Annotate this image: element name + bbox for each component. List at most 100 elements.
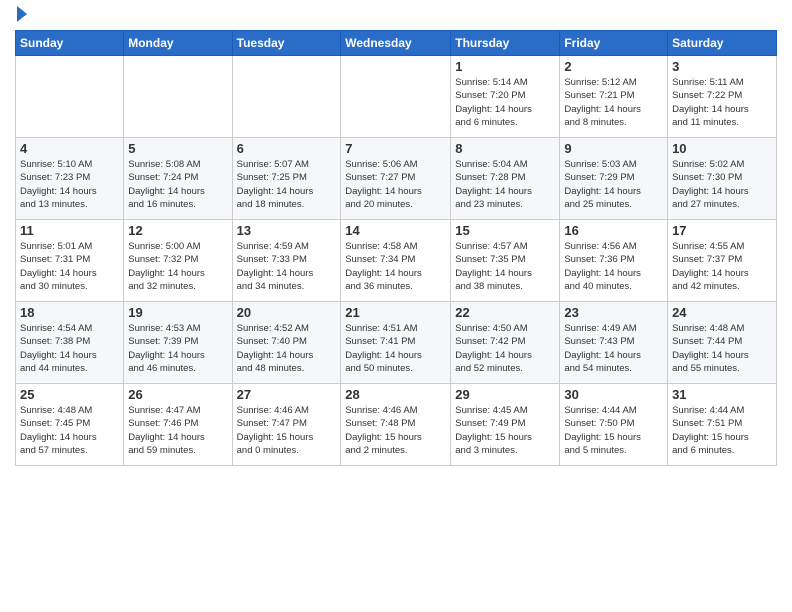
calendar-cell: 29Sunrise: 4:45 AM Sunset: 7:49 PM Dayli… <box>451 384 560 466</box>
day-number: 6 <box>237 141 337 156</box>
day-info: Sunrise: 4:48 AM Sunset: 7:44 PM Dayligh… <box>672 322 772 375</box>
calendar-cell: 21 Sunrise: 4:51 AM Sunset: 7:41 PM Dayli… <box>341 302 451 384</box>
day-info: Sunrise: 4:58 AM Sunset: 7:34 PM Dayligh… <box>345 240 446 293</box>
calendar-week-row: 1 Sunrise: 5:14 AM Sunset: 7:20 PM Daylig… <box>16 56 777 138</box>
calendar-cell: 6 Sunrise: 5:07 AM Sunset: 7:25 PM Daylig… <box>232 138 341 220</box>
calendar-cell: 30 Sunrise: 4:44 AM Sunset: 7:50 PM Dayli… <box>560 384 668 466</box>
day-info: Sunrise: 4:47 AM Sunset: 7:46 PM Dayligh… <box>128 404 227 457</box>
calendar-cell: 7Sunrise: 5:06 AM Sunset: 7:27 PM Daylig… <box>341 138 451 220</box>
calendar-cell: 1 Sunrise: 5:14 AM Sunset: 7:20 PM Daylig… <box>451 56 560 138</box>
day-info: Sunrise: 4:48 AM Sunset: 7:45 PM Dayligh… <box>20 404 119 457</box>
calendar-cell: 28Sunrise: 4:46 AM Sunset: 7:48 PM Dayli… <box>341 384 451 466</box>
day-number: 8 <box>455 141 555 156</box>
calendar-cell: 16 Sunrise: 4:56 AM Sunset: 7:36 PM Dayli… <box>560 220 668 302</box>
day-info: Sunrise: 4:56 AM Sunset: 7:36 PM Dayligh… <box>564 240 663 293</box>
logo-triangle-icon <box>17 6 27 22</box>
day-info: Sunrise: 4:59 AM Sunset: 7:33 PM Dayligh… <box>237 240 337 293</box>
day-info: Sunrise: 4:51 AM Sunset: 7:41 PM Dayligh… <box>345 322 446 375</box>
calendar-cell: 9 Sunrise: 5:03 AM Sunset: 7:29 PM Daylig… <box>560 138 668 220</box>
day-number: 7 <box>345 141 446 156</box>
day-info: Sunrise: 4:55 AM Sunset: 7:37 PM Dayligh… <box>672 240 772 293</box>
calendar-header-monday: Monday <box>124 31 232 56</box>
day-number: 10 <box>672 141 772 156</box>
day-number: 24 <box>672 305 772 320</box>
day-number: 28 <box>345 387 446 402</box>
calendar-header-friday: Friday <box>560 31 668 56</box>
calendar-cell: 15 Sunrise: 4:57 AM Sunset: 7:35 PM Dayli… <box>451 220 560 302</box>
header <box>15 10 777 22</box>
calendar-cell: 2Sunrise: 5:12 AM Sunset: 7:21 PM Daylig… <box>560 56 668 138</box>
day-number: 25 <box>20 387 119 402</box>
day-number: 12 <box>128 223 227 238</box>
day-number: 4 <box>20 141 119 156</box>
day-number: 16 <box>564 223 663 238</box>
day-number: 20 <box>237 305 337 320</box>
day-number: 1 <box>455 59 555 74</box>
calendar-cell: 19 Sunrise: 4:53 AM Sunset: 7:39 PM Dayli… <box>124 302 232 384</box>
day-number: 30 <box>564 387 663 402</box>
calendar-cell: 14 Sunrise: 4:58 AM Sunset: 7:34 PM Dayli… <box>341 220 451 302</box>
calendar-cell: 25 Sunrise: 4:48 AM Sunset: 7:45 PM Dayli… <box>16 384 124 466</box>
day-info: Sunrise: 4:53 AM Sunset: 7:39 PM Dayligh… <box>128 322 227 375</box>
calendar-cell: 24 Sunrise: 4:48 AM Sunset: 7:44 PM Dayli… <box>668 302 777 384</box>
day-number: 31 <box>672 387 772 402</box>
day-number: 22 <box>455 305 555 320</box>
day-number: 23 <box>564 305 663 320</box>
day-info: Sunrise: 4:44 AM Sunset: 7:50 PM Dayligh… <box>564 404 663 457</box>
calendar-week-row: 11 Sunrise: 5:01 AM Sunset: 7:31 PM Dayli… <box>16 220 777 302</box>
day-info: Sunrise: 5:10 AM Sunset: 7:23 PM Dayligh… <box>20 158 119 211</box>
day-info: Sunrise: 5:01 AM Sunset: 7:31 PM Dayligh… <box>20 240 119 293</box>
calendar-week-row: 18 Sunrise: 4:54 AM Sunset: 7:38 PM Dayli… <box>16 302 777 384</box>
day-info: Sunrise: 5:07 AM Sunset: 7:25 PM Dayligh… <box>237 158 337 211</box>
day-info: Sunrise: 4:44 AM Sunset: 7:51 PM Dayligh… <box>672 404 772 457</box>
day-number: 9 <box>564 141 663 156</box>
calendar-cell <box>341 56 451 138</box>
day-info: Sunrise: 5:03 AM Sunset: 7:29 PM Dayligh… <box>564 158 663 211</box>
day-info: Sunrise: 5:14 AM Sunset: 7:20 PM Dayligh… <box>455 76 555 129</box>
calendar-cell <box>124 56 232 138</box>
day-info: Sunrise: 5:04 AM Sunset: 7:28 PM Dayligh… <box>455 158 555 211</box>
day-info: Sunrise: 4:52 AM Sunset: 7:40 PM Dayligh… <box>237 322 337 375</box>
day-number: 19 <box>128 305 227 320</box>
day-number: 17 <box>672 223 772 238</box>
calendar-table: SundayMondayTuesdayWednesdayThursdayFrid… <box>15 30 777 466</box>
day-number: 2 <box>564 59 663 74</box>
calendar-cell: 8 Sunrise: 5:04 AM Sunset: 7:28 PM Daylig… <box>451 138 560 220</box>
calendar-cell: 5Sunrise: 5:08 AM Sunset: 7:24 PM Daylig… <box>124 138 232 220</box>
day-number: 15 <box>455 223 555 238</box>
day-number: 21 <box>345 305 446 320</box>
day-info: Sunrise: 5:11 AM Sunset: 7:22 PM Dayligh… <box>672 76 772 129</box>
calendar-cell: 18 Sunrise: 4:54 AM Sunset: 7:38 PM Dayli… <box>16 302 124 384</box>
calendar-cell: 20 Sunrise: 4:52 AM Sunset: 7:40 PM Dayli… <box>232 302 341 384</box>
calendar-cell: 13 Sunrise: 4:59 AM Sunset: 7:33 PM Dayli… <box>232 220 341 302</box>
calendar-header-wednesday: Wednesday <box>341 31 451 56</box>
day-info: Sunrise: 4:50 AM Sunset: 7:42 PM Dayligh… <box>455 322 555 375</box>
day-info: Sunrise: 4:49 AM Sunset: 7:43 PM Dayligh… <box>564 322 663 375</box>
calendar-header-thursday: Thursday <box>451 31 560 56</box>
day-info: Sunrise: 4:46 AM Sunset: 7:47 PM Dayligh… <box>237 404 337 457</box>
day-info: Sunrise: 4:54 AM Sunset: 7:38 PM Dayligh… <box>20 322 119 375</box>
calendar-cell: 10Sunrise: 5:02 AM Sunset: 7:30 PM Dayli… <box>668 138 777 220</box>
day-number: 3 <box>672 59 772 74</box>
calendar-cell: 11 Sunrise: 5:01 AM Sunset: 7:31 PM Dayli… <box>16 220 124 302</box>
day-info: Sunrise: 5:00 AM Sunset: 7:32 PM Dayligh… <box>128 240 227 293</box>
calendar-cell: 4 Sunrise: 5:10 AM Sunset: 7:23 PM Daylig… <box>16 138 124 220</box>
calendar-header-sunday: Sunday <box>16 31 124 56</box>
day-number: 11 <box>20 223 119 238</box>
calendar-header-saturday: Saturday <box>668 31 777 56</box>
day-number: 29 <box>455 387 555 402</box>
calendar-cell: 31 Sunrise: 4:44 AM Sunset: 7:51 PM Dayli… <box>668 384 777 466</box>
calendar-cell: 17 Sunrise: 4:55 AM Sunset: 7:37 PM Dayli… <box>668 220 777 302</box>
calendar-cell: 3 Sunrise: 5:11 AM Sunset: 7:22 PM Daylig… <box>668 56 777 138</box>
day-number: 13 <box>237 223 337 238</box>
calendar-cell: 23 Sunrise: 4:49 AM Sunset: 7:43 PM Dayli… <box>560 302 668 384</box>
calendar-header-row: SundayMondayTuesdayWednesdayThursdayFrid… <box>16 31 777 56</box>
page: SundayMondayTuesdayWednesdayThursdayFrid… <box>0 0 792 612</box>
day-number: 18 <box>20 305 119 320</box>
calendar-cell: 26Sunrise: 4:47 AM Sunset: 7:46 PM Dayli… <box>124 384 232 466</box>
calendar-cell <box>232 56 341 138</box>
day-number: 14 <box>345 223 446 238</box>
calendar-cell: 27Sunrise: 4:46 AM Sunset: 7:47 PM Dayli… <box>232 384 341 466</box>
day-info: Sunrise: 4:57 AM Sunset: 7:35 PM Dayligh… <box>455 240 555 293</box>
logo <box>15 10 27 22</box>
